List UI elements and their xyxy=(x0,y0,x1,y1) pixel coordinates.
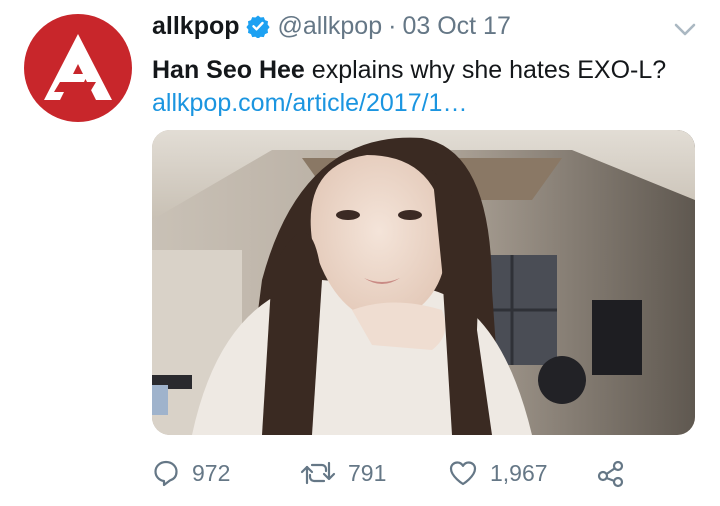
retweet-icon xyxy=(300,459,336,487)
allkpop-logo-icon xyxy=(44,34,112,100)
retweet-button[interactable]: 791 xyxy=(300,455,386,491)
video-still-graphic xyxy=(152,130,695,435)
avatar[interactable] xyxy=(24,14,132,122)
tweet-text-bold: Han Seo Hee xyxy=(152,56,305,84)
media-image[interactable] xyxy=(152,130,695,435)
tweet-header: allkpop @allkpop · 03 Oct 17 xyxy=(152,10,511,42)
tweet-date[interactable]: 03 Oct 17 xyxy=(402,10,510,42)
tweet-text: Han Seo Hee explains why she hates EXO-L… xyxy=(152,54,666,86)
reply-icon xyxy=(152,459,180,487)
reply-count: 972 xyxy=(192,459,231,486)
tweet-text-rest: explains why she hates EXO-L? xyxy=(304,56,667,84)
retweet-count: 791 xyxy=(348,459,387,486)
reply-button[interactable]: 972 xyxy=(152,455,230,491)
chevron-down-icon[interactable] xyxy=(672,20,698,40)
article-link[interactable]: allkpop.com/article/2017/1… xyxy=(152,87,467,119)
verified-badge-icon xyxy=(245,14,270,38)
display-name[interactable]: allkpop xyxy=(152,10,240,42)
like-button[interactable]: 1,967 xyxy=(448,455,548,491)
action-bar: 972 791 1,967 xyxy=(152,455,695,491)
share-button[interactable] xyxy=(596,455,626,491)
separator-dot: · xyxy=(388,12,397,40)
share-icon xyxy=(596,458,626,488)
heart-icon xyxy=(448,459,478,487)
like-count: 1,967 xyxy=(490,459,548,486)
handle[interactable]: @allkpop xyxy=(278,10,383,42)
